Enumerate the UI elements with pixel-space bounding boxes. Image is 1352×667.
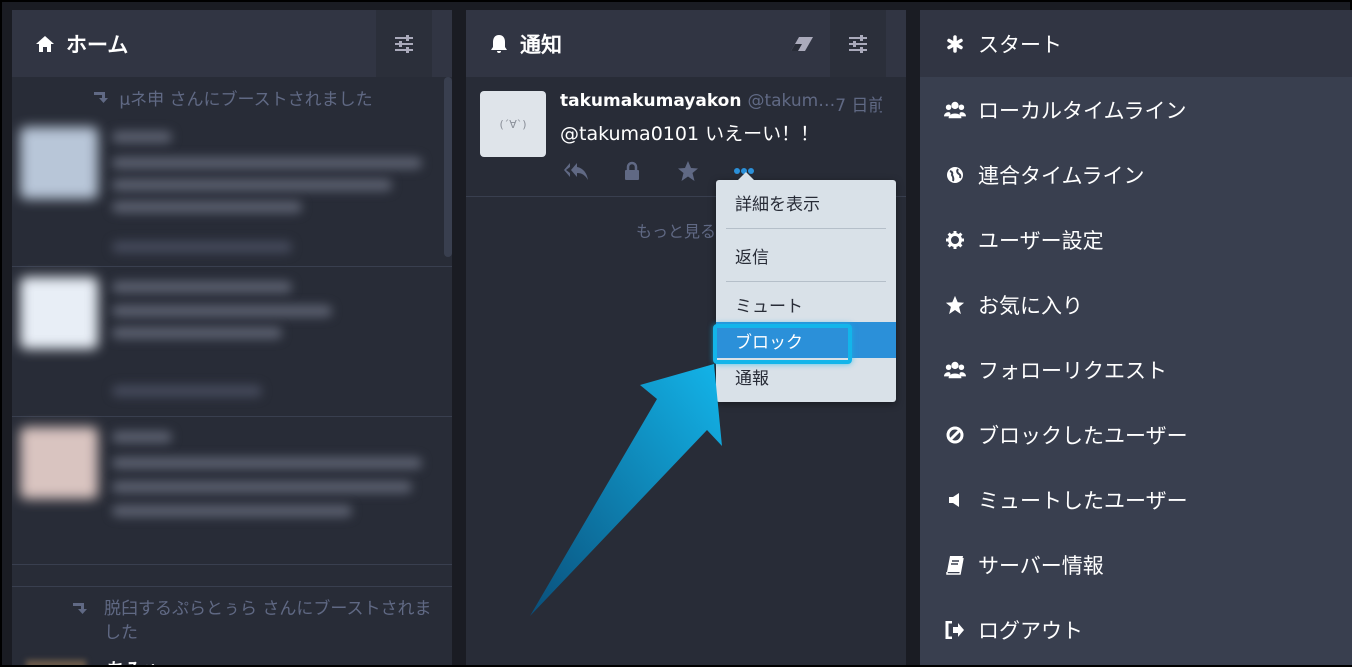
menu-follow-requests-label: フォローリクエスト bbox=[978, 358, 1167, 383]
users-icon bbox=[944, 359, 966, 381]
favourite-button[interactable] bbox=[672, 155, 704, 187]
status-content: @takuma0101 いえーい！！ bbox=[560, 123, 820, 145]
status-card[interactable]: (´∀`) takumakumayakon @takum… 7 日前 @taku… bbox=[466, 77, 906, 197]
status-dropdown-menu: 詳細を表示 返信 ミュート ブロック 通報 bbox=[716, 172, 896, 402]
clear-notifications-button[interactable] bbox=[774, 10, 830, 77]
menu-start[interactable]: スタート bbox=[920, 10, 1352, 77]
globe-icon bbox=[944, 164, 966, 186]
sign-out-icon bbox=[944, 619, 966, 641]
notifications-column-title: 通知 bbox=[520, 32, 562, 57]
avatar-face-text: (´∀`) bbox=[499, 117, 527, 131]
menu-divider bbox=[726, 281, 886, 282]
menu-favourites-label: お気に入り bbox=[978, 293, 1083, 318]
ban-icon bbox=[944, 424, 966, 446]
boost-button-disabled[interactable] bbox=[616, 155, 648, 187]
sliders-icon bbox=[848, 34, 868, 53]
menu-logout-label: ログアウト bbox=[978, 618, 1083, 643]
home-column-title: ホーム bbox=[66, 32, 129, 57]
menu-server-info-label: サーバー情報 bbox=[978, 553, 1104, 578]
menu-preferences[interactable]: ユーザー設定 bbox=[920, 207, 1352, 272]
notifications-column-header[interactable]: 通知 bbox=[466, 10, 906, 77]
menu-blocked-users[interactable]: ブロックしたユーザー bbox=[920, 402, 1352, 467]
gear-icon bbox=[944, 229, 966, 251]
lock-icon bbox=[624, 161, 640, 181]
star-icon bbox=[944, 294, 966, 316]
home-scrollbar[interactable] bbox=[444, 77, 452, 257]
eraser-icon bbox=[790, 36, 814, 52]
boost-notice: μネ申 さんにブーストされました bbox=[12, 77, 452, 117]
menu-muted-users[interactable]: ミュートしたユーザー bbox=[920, 467, 1352, 532]
menu-preferences-label: ユーザー設定 bbox=[978, 228, 1104, 253]
boost-notice: 脱臼するぷらとぅら さんにブーストされました bbox=[12, 586, 452, 645]
home-column-header[interactable]: ホーム bbox=[12, 10, 452, 77]
boost-notice-text: μネ申 さんにブーストされました bbox=[119, 89, 373, 110]
menu-item-mute[interactable]: ミュート bbox=[716, 286, 896, 322]
notifications-settings-button[interactable] bbox=[830, 10, 886, 77]
display-name: ちみゅ bbox=[107, 656, 161, 665]
home-icon bbox=[34, 33, 56, 55]
menu-item-expand[interactable]: 詳細を表示 bbox=[716, 180, 896, 224]
volume-off-icon bbox=[944, 489, 966, 511]
menu-favourites[interactable]: お気に入り bbox=[920, 272, 1352, 337]
block-highlight-frame bbox=[713, 324, 852, 364]
load-more-link[interactable]: もっと見る bbox=[636, 218, 716, 242]
retweet-icon bbox=[70, 601, 90, 615]
status-header: takumakumayakon @takum… 7 日前 bbox=[560, 91, 882, 116]
menu-federated-timeline-label: 連合タイムライン bbox=[978, 163, 1145, 188]
reply-all-button[interactable] bbox=[560, 155, 592, 187]
home-settings-button[interactable] bbox=[376, 10, 432, 77]
menu-logout[interactable]: ログアウト bbox=[920, 597, 1352, 662]
avatar[interactable]: (´∀`) bbox=[480, 91, 546, 157]
boost-notice-text: 脱臼するぷらとぅら さんにブーストされました bbox=[104, 599, 432, 643]
menu-local-timeline[interactable]: ローカルタイムライン bbox=[920, 77, 1352, 142]
retweet-icon bbox=[91, 90, 111, 104]
menu-divider bbox=[726, 228, 886, 229]
blurred-status[interactable] bbox=[12, 417, 452, 565]
account-handle: @takum… bbox=[747, 91, 836, 111]
star-icon bbox=[677, 160, 699, 182]
home-column: ホーム μネ申 さんにブーストされました 脱臼するぷらとぅら さんにブーストされ… bbox=[12, 10, 452, 665]
relative-time[interactable]: 7 日前 bbox=[835, 91, 882, 116]
menu-item-reply[interactable]: 返信 bbox=[716, 233, 896, 277]
asterisk-icon bbox=[944, 33, 966, 55]
menu-federated-timeline[interactable]: 連合タイムライン bbox=[920, 142, 1352, 207]
bell-icon bbox=[488, 33, 510, 55]
navigation-menu: スタート ローカルタイムライン 連合タイムライン ユーザー設定 お気に入り フォ… bbox=[920, 10, 1352, 665]
menu-start-label: スタート bbox=[978, 32, 1062, 57]
menu-follow-requests[interactable]: フォローリクエスト bbox=[920, 337, 1352, 402]
reply-all-icon bbox=[563, 161, 589, 181]
menu-blocked-users-label: ブロックしたユーザー bbox=[978, 423, 1188, 448]
sliders-icon bbox=[394, 34, 414, 53]
menu-server-info[interactable]: サーバー情報 bbox=[920, 532, 1352, 597]
avatar bbox=[26, 660, 86, 665]
display-name[interactable]: takumakumayakon bbox=[560, 91, 741, 116]
blurred-status[interactable] bbox=[12, 267, 452, 417]
users-icon bbox=[944, 99, 966, 121]
blurred-status[interactable] bbox=[12, 117, 452, 267]
menu-local-timeline-label: ローカルタイムライン bbox=[978, 98, 1187, 123]
menu-muted-users-label: ミュートしたユーザー bbox=[978, 488, 1188, 513]
book-icon bbox=[944, 554, 966, 576]
